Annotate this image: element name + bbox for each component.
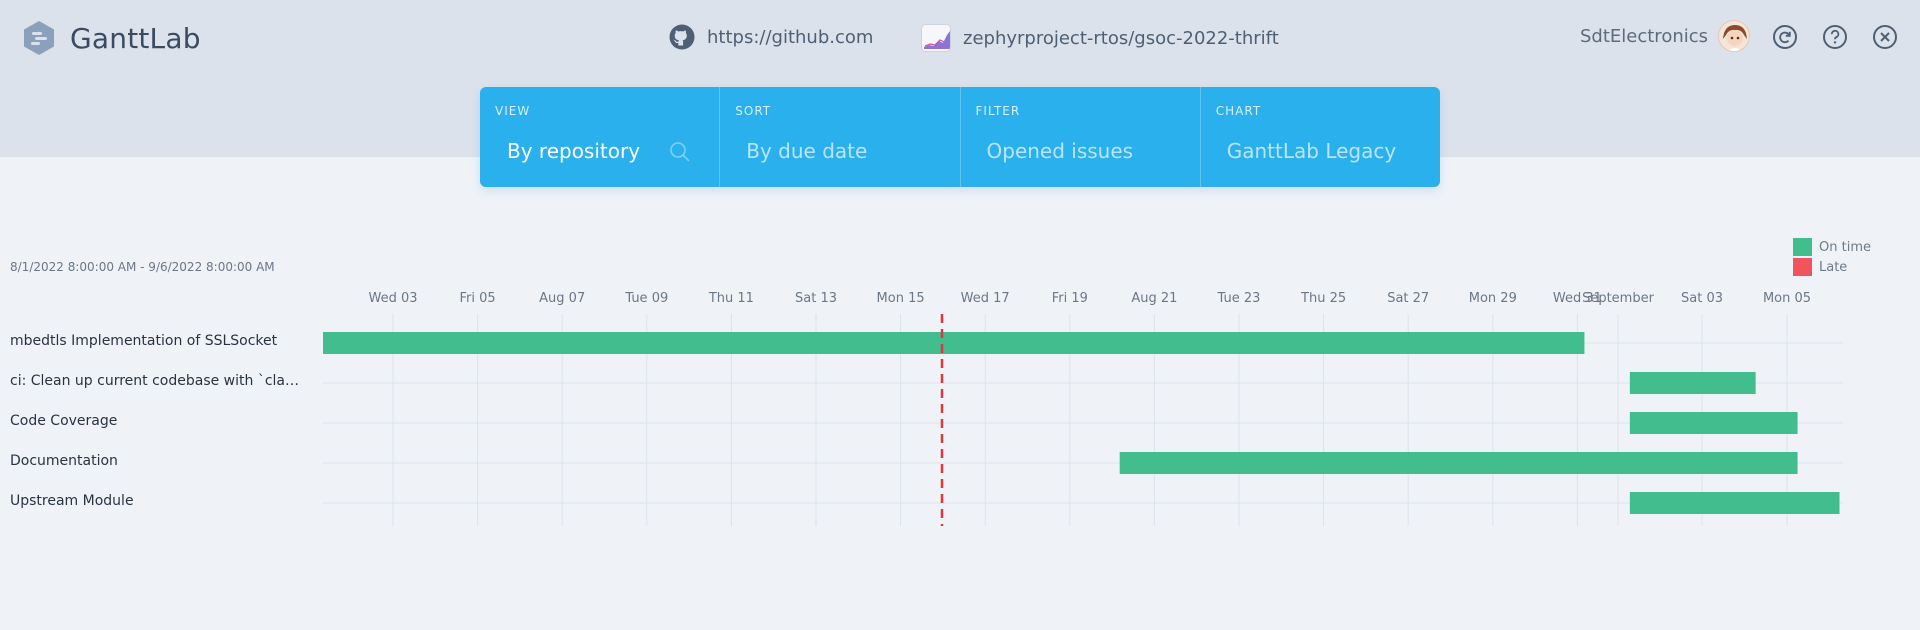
task-bar[interactable] (1629, 492, 1840, 514)
gantt-chart (323, 314, 1843, 526)
task-bar[interactable] (1629, 412, 1798, 434)
task-bar[interactable] (1629, 372, 1756, 394)
task-bar[interactable] (1119, 452, 1798, 474)
task-bar[interactable] (323, 332, 1585, 354)
